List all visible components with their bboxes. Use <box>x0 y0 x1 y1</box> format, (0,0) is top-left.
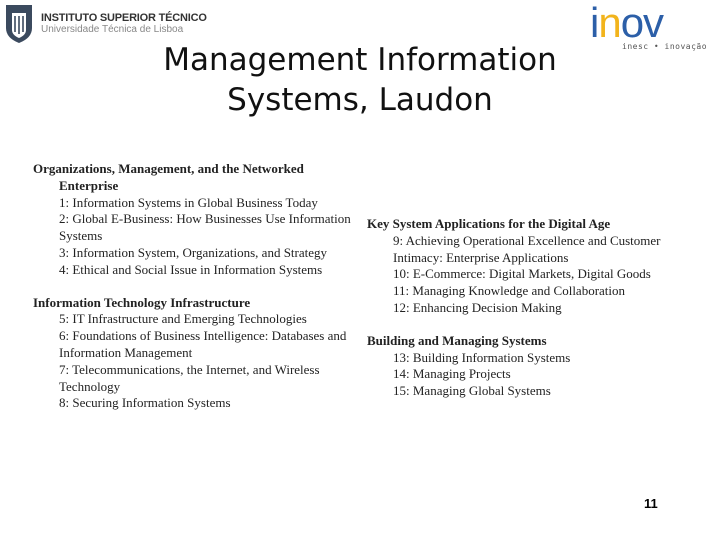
section-heading: Building and Managing Systems <box>367 332 547 348</box>
chapter-item: 15: Managing Global Systems <box>393 383 551 399</box>
inov-logo: inov inesc • inovação <box>590 2 715 52</box>
title-line-1: Management Information <box>163 42 557 78</box>
page-number: 11 <box>644 496 658 511</box>
chapter-item: 10: E-Commerce: Digital Markets, Digital… <box>393 266 651 282</box>
chapter-item: 9: Achieving Operational Excellence and … <box>393 232 661 265</box>
inov-letter-n: n <box>598 0 621 46</box>
page-title: Management Information Systems, Laudon <box>160 40 560 120</box>
ist-subtitle: Universidade Técnica de Lisboa <box>41 24 184 35</box>
chapter-item: 11: Managing Knowledge and Collaboration <box>393 283 626 299</box>
inov-tagline: inesc • inovação <box>622 42 708 51</box>
chapter-item: 2: Global E-Business: How Businesses Use… <box>59 211 351 244</box>
section-it-infrastructure: Information Technology Infrastructure 5:… <box>33 295 353 413</box>
ist-logo: INSTITUTO SUPERIOR TÉCNICO Universidade … <box>5 4 207 44</box>
chapter-item: 12: Enhancing Decision Making <box>393 299 562 315</box>
chapter-item: 14: Managing Projects <box>393 366 511 382</box>
ist-shield-icon <box>6 5 32 43</box>
chapter-item: 8: Securing Information Systems <box>59 395 231 411</box>
title-line-2: Systems, Laudon <box>227 82 493 118</box>
section-building-managing: Building and Managing Systems 13: Buildi… <box>367 333 697 400</box>
section-key-applications: Key System Applications for the Digital … <box>367 216 697 317</box>
ist-name: INSTITUTO SUPERIOR TÉCNICO <box>41 12 207 24</box>
inov-wordmark: inov <box>590 2 715 44</box>
chapter-item: 13: Building Information Systems <box>393 349 571 365</box>
chapter-item: 3: Information System, Organizations, an… <box>59 244 328 260</box>
chapter-item: 4: Ethical and Social Issue in Informati… <box>59 261 323 277</box>
left-column: Organizations, Management, and the Netwo… <box>33 161 353 428</box>
section-heading-line: Enterprise <box>59 177 119 193</box>
section-heading-line: Organizations, Management, and the Netwo… <box>33 161 304 176</box>
section-heading: Information Technology Infrastructure <box>33 294 251 310</box>
chapter-item: 6: Foundations of Business Intelligence:… <box>59 328 347 360</box>
chapter-item: 5: IT Infrastructure and Emerging Techno… <box>59 311 307 327</box>
section-heading: Organizations, Management, and the Netwo… <box>33 161 353 195</box>
section-organizations: Organizations, Management, and the Netwo… <box>33 161 353 279</box>
section-heading: Key System Applications for the Digital … <box>367 216 611 231</box>
chapter-item: 7: Telecommunications, the Internet, and… <box>59 361 320 394</box>
chapter-item: 1: Information Systems in Global Busines… <box>59 194 318 210</box>
right-column: Key System Applications for the Digital … <box>367 216 697 416</box>
inov-letters-ov: ov <box>620 0 664 46</box>
